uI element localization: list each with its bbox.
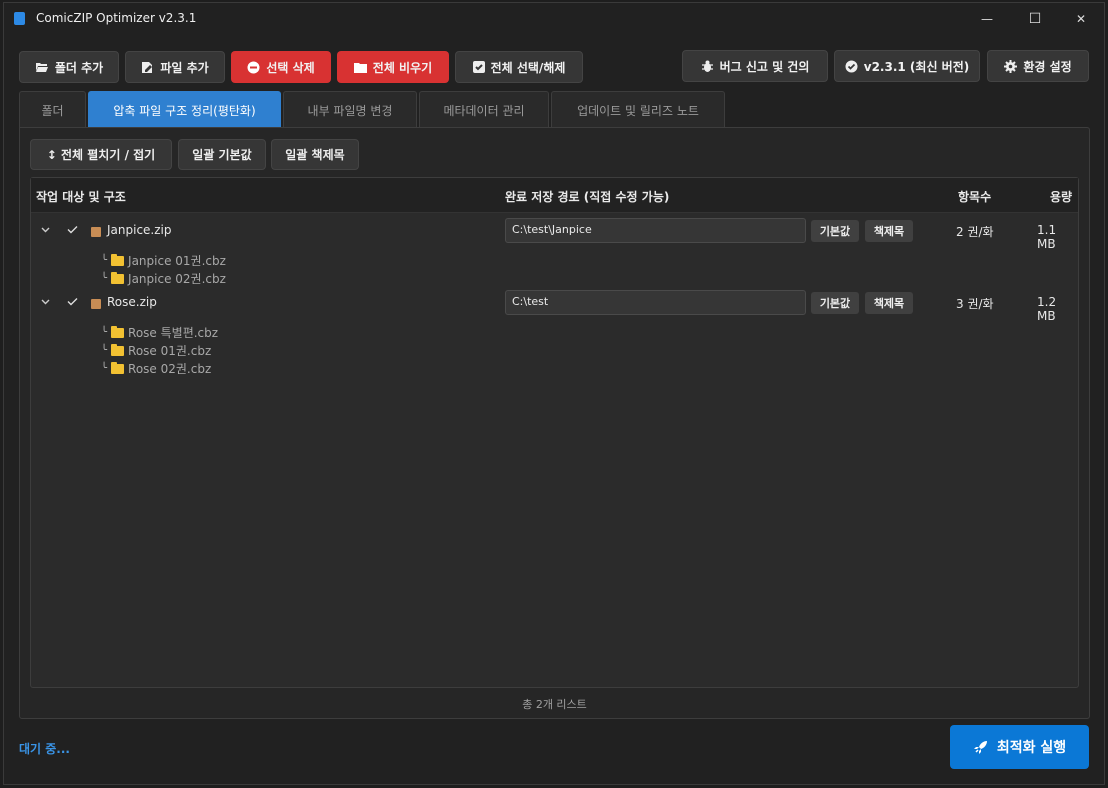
table-row[interactable]: Rose.zip C:\test 기본값 책제목 3 권/화 1.2 MB xyxy=(31,287,1078,323)
table-header: 작업 대상 및 구조 완료 저장 경로 (직접 수정 가능) 항목수 용량 xyxy=(31,178,1078,213)
item-size: 1.1 MB xyxy=(1037,223,1057,251)
title-button[interactable]: 책제목 xyxy=(865,292,913,314)
flatten-panel: ↕ 전체 펼치기 / 접기 일괄 기본값 일괄 책제목 작업 대상 및 구조 완… xyxy=(19,127,1090,719)
list-count: 총 2개 리스트 xyxy=(522,698,587,711)
folder-icon xyxy=(111,343,125,356)
list-item: ╰ Rose 01권.cbz xyxy=(101,342,211,359)
clear-all-button[interactable]: 전체 비우기 xyxy=(337,51,449,83)
rocket-icon xyxy=(973,741,987,754)
check-icon[interactable] xyxy=(67,225,78,234)
child-file-name: Rose 01권.cbz xyxy=(128,344,212,358)
archive-icon xyxy=(91,226,101,240)
bug-report-button[interactable]: 버그 신고 및 건의 xyxy=(682,50,828,82)
title-bar: ComicZIP Optimizer v2.3.1 — ☐ ✕ xyxy=(4,3,1104,35)
bug-icon xyxy=(701,60,713,72)
checkbox-icon xyxy=(472,61,485,73)
bulk-title-button[interactable]: 일괄 책제목 xyxy=(271,139,359,170)
tab-metadata[interactable]: 메타데이터 관리 xyxy=(419,91,549,128)
item-size: 1.2 MB xyxy=(1037,295,1057,323)
child-file-name: Janpice 01권.cbz xyxy=(128,254,226,268)
child-file-name: Janpice 02권.cbz xyxy=(128,272,226,286)
clear-all-label: 전체 비우기 xyxy=(372,60,433,75)
tab-flatten[interactable]: 압축 파일 구조 정리(평탄화) xyxy=(88,91,281,128)
list-item: ╰ Janpice 01권.cbz xyxy=(101,252,226,269)
add-folder-button[interactable]: 폴더 추가 xyxy=(19,51,119,83)
version-button[interactable]: v2.3.1 (최신 버전) xyxy=(834,50,980,82)
tab-folder[interactable]: 폴더 xyxy=(19,91,86,128)
tree-branch-icon: ╰ xyxy=(101,363,108,374)
header-path: 완료 저장 경로 (직접 수정 가능) xyxy=(505,190,670,204)
item-count: 2 권/화 xyxy=(956,225,994,239)
add-file-button[interactable]: 파일 추가 xyxy=(125,51,225,83)
app-logo-icon xyxy=(14,12,25,25)
bug-report-label: 버그 신고 및 건의 xyxy=(719,59,810,74)
tree-branch-icon: ╰ xyxy=(101,255,108,266)
default-button[interactable]: 기본값 xyxy=(811,220,859,242)
chevron-down-icon[interactable] xyxy=(41,227,50,233)
add-folder-label: 폴더 추가 xyxy=(54,60,104,75)
expand-collapse-button[interactable]: ↕ 전체 펼치기 / 접기 xyxy=(30,139,172,170)
child-file-name: Rose 특별편.cbz xyxy=(128,326,219,340)
header-target: 작업 대상 및 구조 xyxy=(36,190,126,204)
tab-rename[interactable]: 내부 파일명 변경 xyxy=(283,91,417,128)
delete-selected-label: 선택 삭제 xyxy=(266,60,315,75)
folder-open-icon xyxy=(35,63,48,72)
gear-icon xyxy=(1004,59,1018,73)
minimize-button[interactable]: — xyxy=(964,3,1010,35)
run-optimize-label: 최적화 실행 xyxy=(996,740,1067,756)
select-all-label: 전체 선택/해제 xyxy=(490,60,566,75)
close-button[interactable]: ✕ xyxy=(1058,3,1104,35)
list-item: ╰ Janpice 02권.cbz xyxy=(101,270,226,287)
default-button[interactable]: 기본값 xyxy=(811,292,859,314)
tree-branch-icon: ╰ xyxy=(101,327,108,338)
structure-tree: 작업 대상 및 구조 완료 저장 경로 (직접 수정 가능) 항목수 용량 Ja… xyxy=(30,177,1079,688)
header-size: 용량 xyxy=(1050,190,1073,204)
version-label: v2.3.1 (최신 버전) xyxy=(863,59,970,74)
folder-icon xyxy=(353,62,367,73)
archive-name: Janpice.zip xyxy=(107,223,172,237)
folder-icon xyxy=(111,361,125,374)
list-item: ╰ Rose 특별편.cbz xyxy=(101,324,218,341)
title-button[interactable]: 책제목 xyxy=(865,220,913,242)
maximize-button[interactable]: ☐ xyxy=(1012,3,1058,35)
settings-label: 환경 설정 xyxy=(1023,59,1072,74)
save-path-input[interactable]: C:\test xyxy=(505,290,806,315)
tree-branch-icon: ╰ xyxy=(101,273,108,284)
header-count: 항목수 xyxy=(958,190,992,204)
settings-button[interactable]: 환경 설정 xyxy=(987,50,1089,82)
tree-branch-icon: ╰ xyxy=(101,345,108,356)
archive-icon xyxy=(91,298,101,312)
item-count: 3 권/화 xyxy=(956,297,994,311)
add-file-label: 파일 추가 xyxy=(160,60,209,75)
file-edit-icon xyxy=(142,61,153,73)
folder-icon xyxy=(111,253,125,266)
run-optimize-button[interactable]: 최적화 실행 xyxy=(950,725,1089,769)
save-path-input[interactable]: C:\test\Janpice xyxy=(505,218,806,243)
bulk-default-button[interactable]: 일괄 기본값 xyxy=(178,139,266,170)
window-title: ComicZIP Optimizer v2.3.1 xyxy=(36,11,197,25)
chevron-down-icon[interactable] xyxy=(41,299,50,305)
minus-circle-icon xyxy=(247,61,260,73)
status-text: 대기 중... xyxy=(19,742,70,756)
table-row[interactable]: Janpice.zip C:\test\Janpice 기본값 책제목 2 권/… xyxy=(31,215,1078,251)
delete-selected-button[interactable]: 선택 삭제 xyxy=(231,51,331,83)
list-item: ╰ Rose 02권.cbz xyxy=(101,360,211,377)
check-circle-icon xyxy=(845,60,858,72)
archive-name: Rose.zip xyxy=(107,295,157,309)
folder-icon xyxy=(111,325,125,338)
select-all-button[interactable]: 전체 선택/해제 xyxy=(455,51,583,83)
folder-icon xyxy=(111,271,125,284)
app-window: ComicZIP Optimizer v2.3.1 — ☐ ✕ 폴더 추가 파일… xyxy=(3,2,1105,785)
check-icon[interactable] xyxy=(67,297,78,306)
child-file-name: Rose 02권.cbz xyxy=(128,362,212,376)
tab-release-notes[interactable]: 업데이트 및 릴리즈 노트 xyxy=(551,91,725,128)
